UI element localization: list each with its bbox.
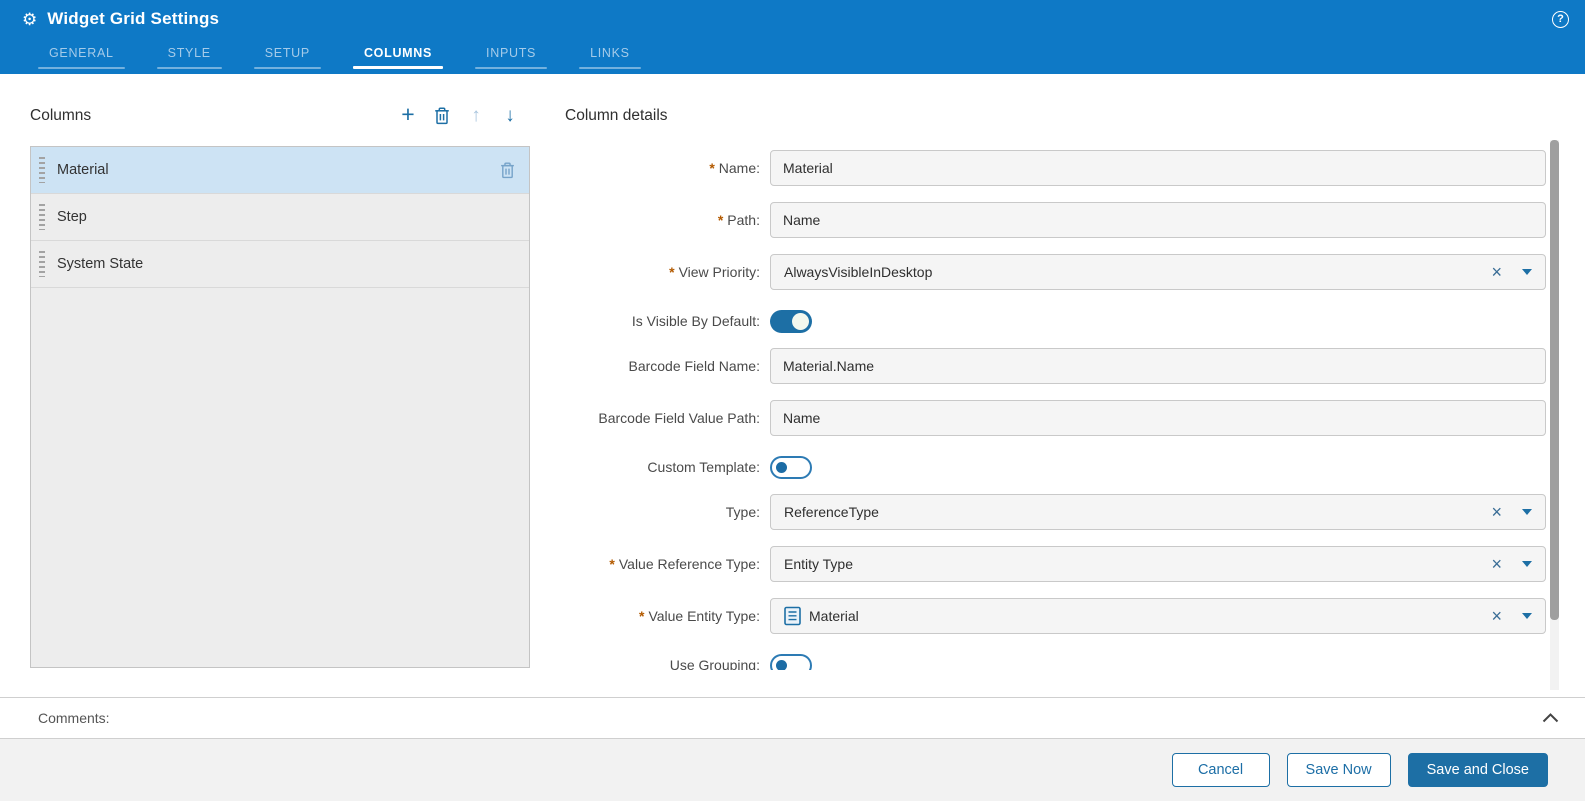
field-label: Is Visible By Default:	[631, 313, 760, 329]
select-value: AlwaysVisibleInDesktop	[784, 264, 933, 280]
tab-inputs[interactable]: INPUTS	[475, 38, 548, 74]
chevron-down-icon[interactable]	[1522, 561, 1532, 567]
move-column-down-button[interactable]: ↓	[493, 102, 527, 130]
drag-handle-icon[interactable]	[39, 204, 45, 230]
field-row-value-entity-type: * Value Entity Type: Material ×	[555, 598, 1546, 634]
gear-icon: ⚙	[22, 9, 38, 29]
column-details-title: Column details	[565, 107, 668, 124]
field-row-path: * Path:	[555, 202, 1546, 238]
toggle-knob	[776, 659, 787, 670]
tab-general[interactable]: GENERAL	[38, 38, 125, 74]
field-label: Value Reference Type:	[618, 556, 760, 572]
clear-icon[interactable]: ×	[1491, 607, 1502, 625]
clear-icon[interactable]: ×	[1491, 503, 1502, 521]
field-label: Barcode Field Name:	[628, 358, 760, 374]
required-marker: *	[638, 608, 645, 624]
collapse-comments-button[interactable]	[1542, 713, 1559, 723]
add-column-button[interactable]: +	[391, 101, 425, 130]
field-row-is-visible-by-default: Is Visible By Default:	[555, 306, 1546, 336]
scrollbar-thumb[interactable]	[1550, 140, 1559, 620]
clear-icon[interactable]: ×	[1491, 263, 1502, 281]
tab-style[interactable]: STYLE	[156, 38, 222, 74]
required-marker: *	[717, 212, 724, 228]
chevron-down-icon[interactable]	[1522, 509, 1532, 515]
field-label: Type:	[725, 504, 760, 520]
field-label: Barcode Field Value Path:	[598, 410, 760, 426]
move-column-up-button[interactable]: ↑	[459, 102, 493, 130]
value-entity-type-select[interactable]: Material ×	[770, 598, 1546, 634]
field-row-type: Type: ReferenceType ×	[555, 494, 1546, 530]
column-row-label: Step	[57, 209, 87, 225]
toggle-knob	[776, 461, 787, 473]
columns-panel-title: Columns	[30, 107, 92, 124]
barcode-field-value-path-input[interactable]	[770, 400, 1546, 436]
is-visible-by-default-toggle[interactable]	[770, 309, 812, 333]
dialog-title: Widget Grid Settings	[47, 9, 220, 28]
column-row-system-state[interactable]: System State	[31, 241, 529, 288]
tab-bar: GENERAL STYLE SETUP COLUMNS INPUTS LINKS	[0, 38, 1585, 74]
help-icon[interactable]: ?	[1552, 10, 1569, 28]
field-row-barcode-field-value-path: Barcode Field Value Path:	[555, 400, 1546, 436]
select-value: Entity Type	[784, 556, 854, 572]
chevron-up-icon	[1542, 713, 1559, 723]
select-value: ReferenceType	[784, 504, 879, 520]
tab-links[interactable]: LINKS	[579, 38, 641, 74]
comments-bar: Comments:	[0, 697, 1585, 739]
field-row-name: * Name:	[555, 150, 1546, 186]
column-row-label: Material	[57, 162, 109, 178]
required-marker: *	[669, 264, 675, 280]
footer-actions: Cancel Save Now Save and Close	[0, 739, 1585, 801]
field-row-custom-template: Custom Template:	[555, 452, 1546, 482]
columns-toolbar: + ↑ ↓	[391, 101, 527, 130]
required-marker: *	[709, 160, 715, 176]
toggle-knob	[792, 312, 809, 330]
column-row-label: System State	[57, 256, 144, 272]
drag-handle-icon[interactable]	[39, 251, 45, 277]
chevron-down-icon[interactable]	[1522, 613, 1532, 619]
field-row-use-grouping: Use Grouping:	[555, 650, 1546, 670]
row-delete-button[interactable]	[500, 161, 515, 179]
dialog-titlebar: ⚙ Widget Grid Settings ?	[0, 0, 1585, 38]
cancel-button[interactable]: Cancel	[1171, 753, 1270, 787]
column-details-pane: Column details *Name: *Path: *View Prior…	[555, 100, 1546, 670]
field-label: Name:	[718, 160, 760, 176]
path-input[interactable]	[770, 202, 1546, 238]
column-row-material[interactable]: Material	[31, 147, 529, 194]
drag-handle-icon[interactable]	[39, 157, 45, 183]
barcode-field-name-input[interactable]	[770, 348, 1546, 384]
details-scrollbar[interactable]	[1550, 140, 1559, 690]
field-row-barcode-field-name: Barcode Field Name:	[555, 348, 1546, 384]
required-marker: *	[609, 556, 615, 572]
field-label: View Priority:	[678, 264, 760, 280]
field-label: Path:	[727, 212, 760, 228]
value-reference-type-select[interactable]: Entity Type ×	[770, 546, 1546, 582]
clear-icon[interactable]: ×	[1491, 555, 1502, 573]
delete-column-button[interactable]	[425, 102, 459, 130]
chevron-down-icon[interactable]	[1522, 269, 1532, 275]
custom-template-toggle[interactable]	[770, 455, 812, 479]
use-grouping-toggle[interactable]	[770, 653, 812, 670]
trash-icon	[501, 161, 514, 178]
column-row-step[interactable]: Step	[31, 194, 529, 241]
save-now-button[interactable]: Save Now	[1286, 753, 1391, 787]
trash-icon	[435, 107, 449, 125]
field-label: Value Entity Type:	[648, 608, 760, 624]
entity-type-icon	[784, 606, 801, 626]
comments-label: Comments:	[38, 710, 110, 726]
field-row-view-priority: * View Priority: AlwaysVisibleInDesktop ×	[555, 254, 1546, 290]
field-row-value-reference-type: * Value Reference Type: Entity Type ×	[555, 546, 1546, 582]
view-priority-select[interactable]: AlwaysVisibleInDesktop ×	[770, 254, 1546, 290]
select-value: Material	[809, 608, 859, 624]
field-label: Custom Template:	[647, 459, 760, 475]
tab-columns[interactable]: COLUMNS	[352, 38, 444, 74]
field-label: Use Grouping:	[669, 657, 760, 670]
type-select[interactable]: ReferenceType ×	[770, 494, 1546, 530]
save-and-close-button[interactable]: Save and Close	[1407, 753, 1548, 787]
name-input[interactable]	[770, 150, 1546, 186]
columns-list: Material Step System State	[30, 146, 530, 668]
tab-setup[interactable]: SETUP	[253, 38, 322, 74]
